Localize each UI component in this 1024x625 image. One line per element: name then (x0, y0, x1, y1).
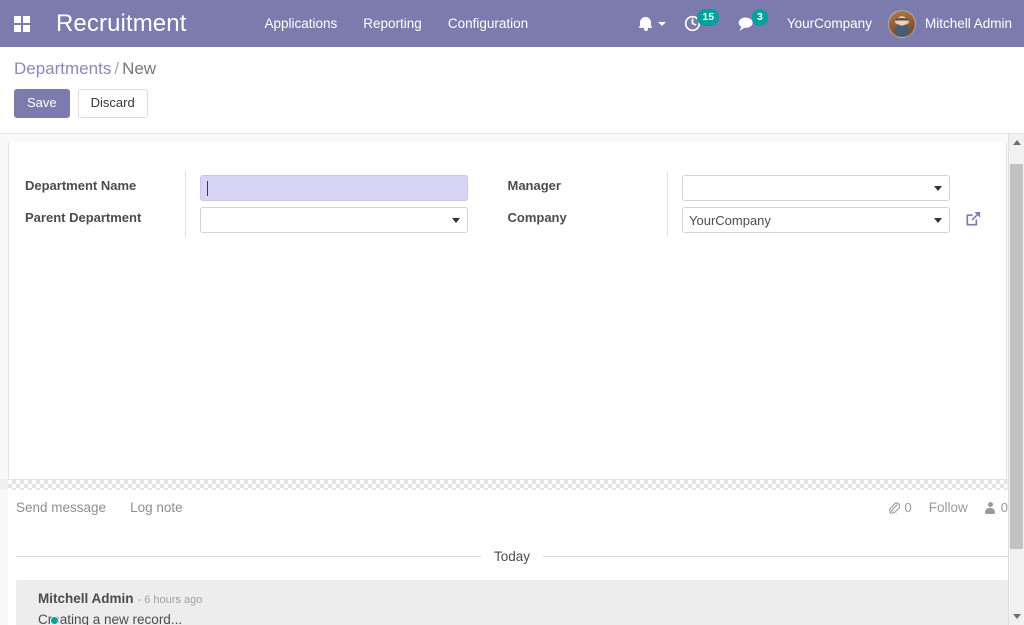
form-action-buttons: Save Discard (14, 89, 1024, 119)
company-switcher[interactable]: YourCompany (777, 16, 882, 31)
menu-item-applications[interactable]: Applications (251, 10, 350, 37)
breadcrumb-separator: / (114, 59, 120, 78)
activities-button[interactable]: 15 (675, 0, 728, 47)
form-view: Department Name Parent Department Manage… (0, 133, 1024, 625)
apps-menu-button[interactable] (6, 7, 38, 41)
field-row-parent-department: Parent Department (25, 204, 468, 236)
breadcrumb-item-current: New (122, 59, 157, 78)
scroll-up-arrow-icon[interactable] (1009, 134, 1024, 151)
breadcrumb-item-departments[interactable]: Departments (14, 59, 111, 78)
log-note-button[interactable]: Log note (130, 500, 183, 515)
save-button[interactable]: Save (14, 89, 70, 119)
sheet-background: Department Name Parent Department Manage… (0, 134, 1024, 490)
message-timestamp: - 6 hours ago (137, 594, 203, 606)
control-panel: Departments / New Save Discard (0, 47, 1024, 133)
notifications-button[interactable] (630, 0, 675, 47)
form-column-right: Manager Company YourCompany (508, 172, 991, 236)
chatter: Send message Log note 0 Follow 0 Today M… (0, 479, 1024, 625)
avatar (887, 9, 916, 38)
chevron-down-icon (658, 21, 667, 26)
field-row-department-name: Department Name (25, 172, 468, 204)
label-parent-department: Parent Department (25, 210, 142, 225)
field-row-manager: Manager (508, 172, 984, 204)
chatter-stats: 0 Follow 0 (888, 500, 1008, 515)
sheet-left-rail (0, 134, 8, 625)
parent-department-select[interactable] (199, 207, 468, 233)
scroll-down-arrow-icon[interactable] (1009, 608, 1024, 625)
message-text: Creating a new record... (38, 612, 183, 625)
page-scroll-host: Departments / New Save Discard Department … (0, 47, 1024, 625)
label-department-name: Department Name (25, 178, 137, 193)
form-sheet: Department Name Parent Department Manage… (8, 142, 1007, 479)
paperclip-icon (888, 502, 900, 514)
person-icon (985, 501, 996, 514)
form-grid: Department Name Parent Department Manage… (25, 172, 990, 236)
internal-link-icon[interactable] (964, 209, 983, 228)
scrollbar-thumb[interactable] (1010, 164, 1023, 549)
apps-grid-icon (14, 15, 30, 32)
navbar-right-tools: 15 3 YourCompany Mitchell Admin (630, 0, 1012, 47)
manager-select[interactable] (682, 175, 950, 201)
company-select[interactable]: YourCompany (682, 207, 950, 233)
message-header: Mitchell Admin - 6 hours ago (38, 590, 202, 608)
activities-count-badge: 15 (697, 9, 720, 26)
attachments-count: 0 (904, 500, 912, 515)
user-name-label: Mitchell Admin (924, 16, 1012, 31)
messages-button[interactable]: 3 (728, 0, 777, 47)
user-menu[interactable]: Mitchell Admin (882, 9, 1012, 38)
sheet-bottom-edge-rail (0, 479, 1024, 490)
message-author[interactable]: Mitchell Admin (38, 591, 134, 606)
follow-button[interactable]: Follow (929, 500, 968, 515)
app-brand-title[interactable]: Recruitment (56, 10, 186, 38)
menu-item-reporting[interactable]: Reporting (350, 10, 435, 37)
day-separator: Today (16, 549, 1008, 564)
menu-item-configuration[interactable]: Configuration (435, 10, 541, 37)
attachments-button[interactable]: 0 (888, 500, 912, 515)
separator-line-left (16, 556, 482, 557)
field-row-company: Company YourCompany (508, 204, 984, 236)
main-menu: Applications Reporting Configuration (251, 10, 541, 37)
send-message-button[interactable]: Send message (16, 500, 106, 515)
message-body: Mitchell Admin - 6 hours ago Creating a n… (38, 589, 202, 625)
department-name-input[interactable] (199, 175, 468, 201)
vertical-scrollbar[interactable] (1008, 134, 1024, 625)
company-value: YourCompany (689, 213, 771, 228)
online-status-dot (50, 616, 59, 625)
bell-icon (639, 16, 653, 31)
separator-line-right (542, 556, 1008, 557)
text-caret (206, 181, 208, 196)
sheet-paper-edge (8, 479, 1007, 490)
breadcrumb: Departments / New (14, 58, 1024, 79)
messages-count-badge: 3 (752, 9, 768, 26)
top-navbar: Recruitment Applications Reporting Confi… (0, 0, 1024, 47)
followers-button[interactable]: 0 (985, 500, 1008, 515)
label-company: Company (507, 210, 567, 225)
form-column-left: Department Name Parent Department (25, 172, 508, 236)
discard-button[interactable]: Discard (77, 89, 148, 119)
day-separator-label: Today (493, 549, 531, 564)
label-manager: Manager (507, 178, 561, 193)
followers-count: 0 (1000, 500, 1008, 515)
chatter-message: Mitchell Admin - 6 hours ago Creating a n… (16, 580, 1008, 625)
